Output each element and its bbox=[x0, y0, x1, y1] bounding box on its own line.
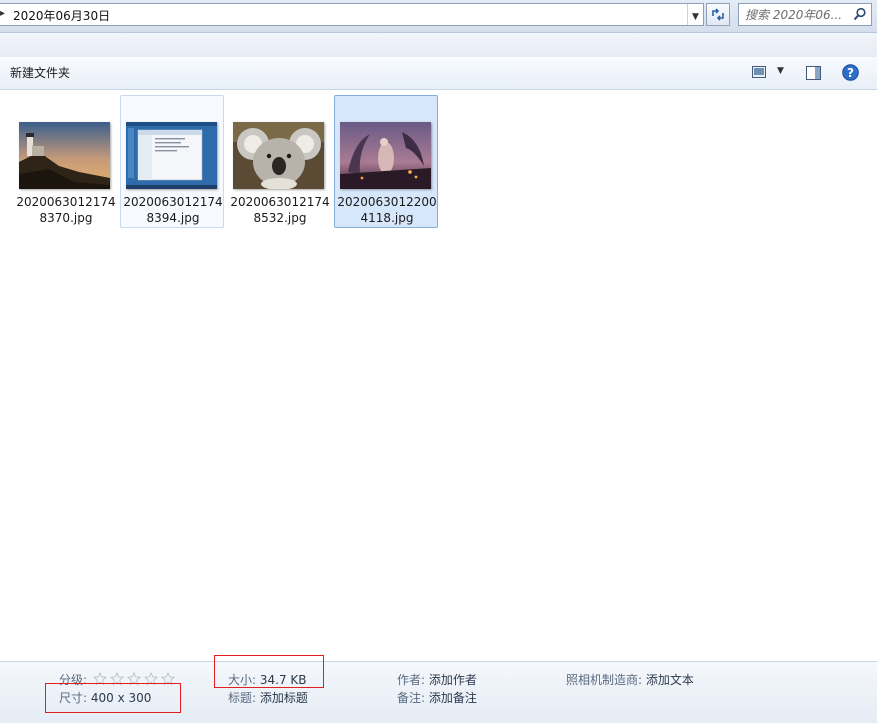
file-item[interactable]: 20200630122004118.jpg bbox=[334, 95, 438, 228]
refresh-button[interactable] bbox=[706, 3, 730, 26]
fantasy-art-thumbnail bbox=[340, 122, 431, 189]
camera-maker-value[interactable]: 添加文本 bbox=[646, 673, 694, 687]
comment-row: 备注: 添加备注 bbox=[397, 689, 477, 706]
koala-thumbnail bbox=[233, 122, 324, 189]
author-value[interactable]: 添加作者 bbox=[429, 673, 477, 687]
address-history-dropdown[interactable]: ▼ bbox=[687, 4, 703, 25]
search-icon[interactable] bbox=[853, 7, 867, 21]
chevron-down-icon: ▼ bbox=[692, 12, 699, 22]
address-bar[interactable]: ▸ 2020年06月30日 ▼ bbox=[0, 3, 704, 26]
breadcrumb-arrow-icon[interactable]: ▸ bbox=[0, 8, 5, 19]
title-value[interactable]: 添加标题 bbox=[260, 691, 308, 705]
file-item[interactable]: 20200630121748532.jpg bbox=[227, 95, 331, 228]
file-name: 20200630122004118.jpg bbox=[337, 195, 437, 225]
file-name: 20200630121748394.jpg bbox=[123, 195, 223, 225]
refresh-icon bbox=[712, 8, 724, 21]
camera-maker-label: 照相机制造商: bbox=[566, 673, 643, 687]
screenshot-thumbnail bbox=[126, 122, 217, 189]
file-item[interactable]: 20200630121748370.jpg bbox=[13, 95, 117, 228]
details-pane: 分级: 尺寸: 400 x 300 大小: 34.7 KB 标题: 添加标题 作… bbox=[0, 655, 877, 723]
comment-value[interactable]: 添加备注 bbox=[429, 691, 477, 705]
navigation-bar: ▸ 2020年06月30日 ▼ bbox=[0, 0, 877, 33]
view-thumbnails-icon bbox=[752, 66, 766, 78]
help-button[interactable]: ? bbox=[842, 64, 860, 82]
svg-text:?: ? bbox=[847, 66, 854, 80]
breadcrumb-current-folder[interactable]: 2020年06月30日 bbox=[13, 7, 110, 24]
file-name: 20200630121748370.jpg bbox=[16, 195, 116, 225]
search-input[interactable] bbox=[745, 6, 845, 23]
author-label: 作者: bbox=[397, 673, 426, 687]
view-options-chevron-icon[interactable]: ▼ bbox=[777, 66, 784, 76]
menu-strip bbox=[0, 33, 877, 58]
title-label: 标题: bbox=[228, 691, 257, 705]
title-row: 标题: 添加标题 bbox=[228, 689, 308, 706]
file-list[interactable]: 20200630121748370.jpg 20200630121748394.… bbox=[0, 90, 877, 660]
change-view-button[interactable]: ▼ bbox=[752, 65, 788, 83]
command-bar: 新建文件夹 ▼ ? bbox=[0, 57, 877, 90]
search-box[interactable] bbox=[738, 3, 872, 26]
lighthouse-thumbnail bbox=[19, 122, 110, 189]
help-icon: ? bbox=[842, 64, 859, 81]
file-name: 20200630121748532.jpg bbox=[230, 195, 330, 225]
preview-pane-icon bbox=[806, 66, 821, 80]
dimensions-highlight-box bbox=[45, 683, 181, 713]
camera-maker-row: 照相机制造商: 添加文本 bbox=[566, 671, 694, 688]
new-folder-button[interactable]: 新建文件夹 bbox=[4, 63, 76, 83]
size-highlight-box bbox=[214, 655, 324, 688]
author-row: 作者: 添加作者 bbox=[397, 671, 477, 688]
file-item[interactable]: 20200630121748394.jpg bbox=[120, 95, 224, 228]
comment-label: 备注: bbox=[397, 691, 426, 705]
preview-pane-button[interactable] bbox=[806, 65, 824, 83]
